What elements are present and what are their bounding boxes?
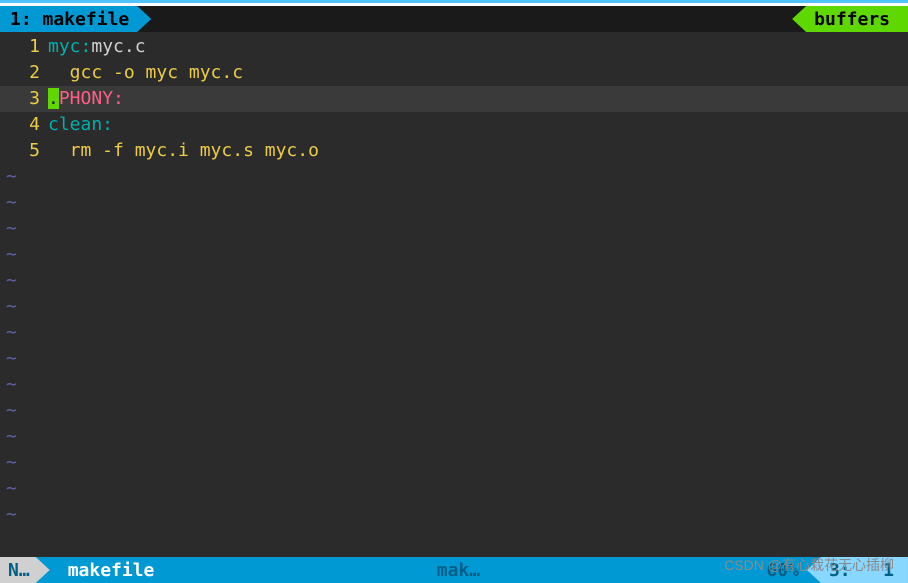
code-content[interactable]: rm -f myc.i myc.s myc.o (48, 138, 908, 164)
status-filetype: mak… (427, 560, 490, 581)
empty-line-tilde: ~ (0, 372, 908, 398)
empty-line-tilde: ~ (0, 164, 908, 190)
token-cursor-block: . (48, 88, 59, 109)
empty-line-tilde: ~ (0, 476, 908, 502)
editor-area[interactable]: 1myc:myc.c2 gcc -o myc myc.c3.PHONY:4cle… (0, 32, 908, 557)
tab-makefile[interactable]: 1: makefile (0, 6, 151, 32)
tab-right: buffers (792, 6, 908, 32)
code-content[interactable]: .PHONY: (48, 86, 908, 112)
empty-line-tilde: ~ (0, 268, 908, 294)
empty-line-tilde: ~ (0, 242, 908, 268)
code-line[interactable]: 2 gcc -o myc myc.c (0, 60, 908, 86)
empty-line-tilde: ~ (0, 320, 908, 346)
code-line[interactable]: 4clean: (0, 112, 908, 138)
empty-line-tilde: ~ (0, 346, 908, 372)
empty-line-tilde: ~ (0, 216, 908, 242)
token-cmd: gcc -o myc myc.c (48, 62, 243, 83)
line-number: 5 (0, 138, 48, 164)
status-mode: N… (0, 557, 50, 583)
buffers-label[interactable]: buffers (792, 6, 908, 32)
code-line[interactable]: 1myc:myc.c (0, 34, 908, 60)
token-cmd: rm -f myc.i myc.s myc.o (48, 140, 319, 161)
token-file: myc.c (91, 36, 145, 57)
code-content[interactable]: myc:myc.c (48, 34, 908, 60)
empty-line-tilde: ~ (0, 450, 908, 476)
empty-line-tilde: ~ (0, 424, 908, 450)
token-phony: PHONY: (59, 88, 124, 109)
line-number: 1 (0, 34, 48, 60)
status-bar: N… makefile mak… 60% 3: 1 (0, 557, 908, 583)
line-number: 4 (0, 112, 48, 138)
empty-line-tilde: ~ (0, 398, 908, 424)
status-right: 60% 3: 1 (744, 557, 908, 583)
code-content[interactable]: clean: (48, 112, 908, 138)
code-line[interactable]: 3.PHONY: (0, 86, 908, 112)
status-left: N… makefile (0, 557, 172, 583)
status-percent: 60% (744, 557, 807, 583)
code-line[interactable]: 5 rm -f myc.i myc.s myc.o (0, 138, 908, 164)
empty-line-tilde: ~ (0, 190, 908, 216)
empty-line-tilde: ~ (0, 502, 908, 528)
token-target: clean: (48, 114, 113, 135)
token-target: myc: (48, 36, 91, 57)
tab-bar: 1: makefile buffers (0, 6, 908, 32)
line-number: 2 (0, 60, 48, 86)
line-number: 3 (0, 86, 48, 112)
empty-line-tilde: ~ (0, 294, 908, 320)
status-position: 3: 1 (807, 557, 908, 583)
code-content[interactable]: gcc -o myc myc.c (48, 60, 908, 86)
tab-left: 1: makefile (0, 6, 151, 32)
status-filename: makefile (50, 560, 173, 581)
